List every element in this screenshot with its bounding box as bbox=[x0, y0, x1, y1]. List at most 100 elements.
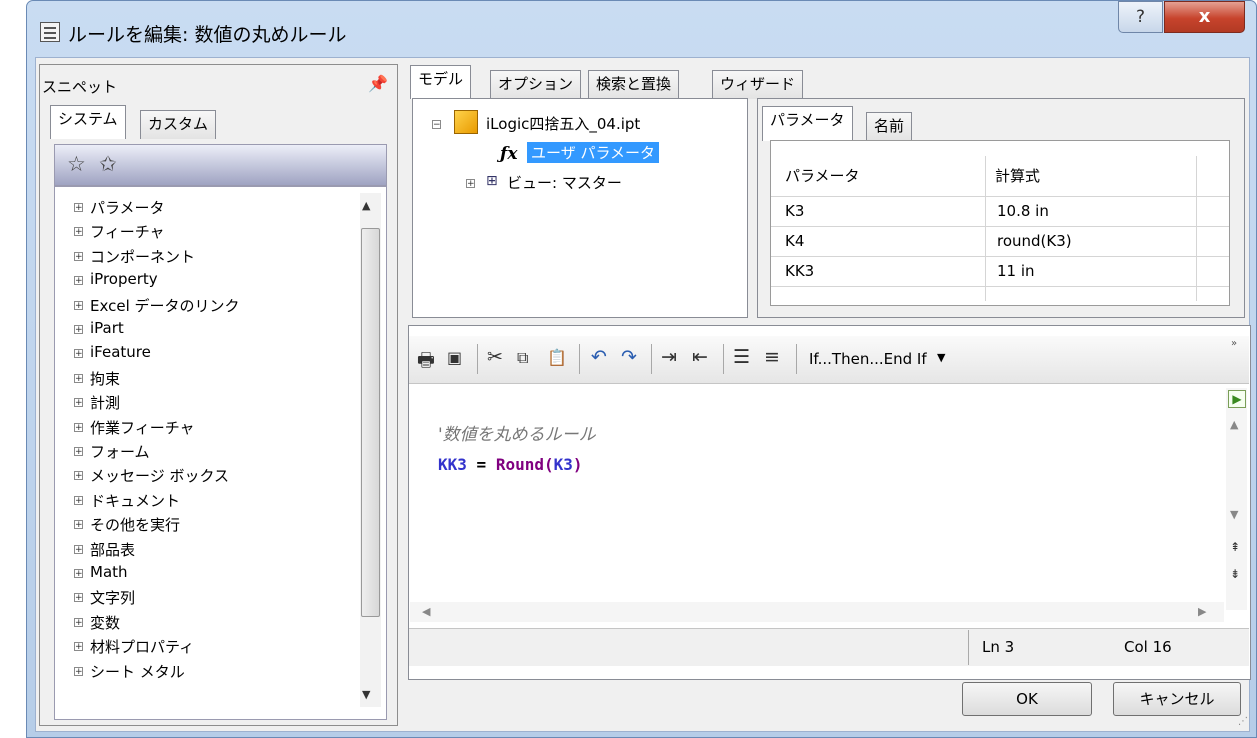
paste-icon[interactable]: 📋 bbox=[547, 348, 567, 367]
snippet-category[interactable]: パラメータ bbox=[90, 197, 165, 218]
undo-icon[interactable]: ↶ bbox=[591, 346, 607, 368]
param-name[interactable]: KK3 bbox=[785, 262, 814, 280]
chevron-down-icon[interactable]: ▼ bbox=[937, 351, 945, 364]
snippet-category[interactable]: Math bbox=[90, 563, 128, 581]
expand-icon[interactable]: + bbox=[74, 667, 83, 677]
expand-icon[interactable]: + bbox=[74, 325, 83, 335]
model-file-name[interactable]: iLogic四捨五入_04.ipt bbox=[486, 113, 640, 134]
comment-icon[interactable]: ☰ bbox=[733, 346, 750, 368]
expand-icon[interactable]: + bbox=[74, 593, 83, 603]
tab-wizard[interactable]: ウィザード bbox=[712, 70, 804, 99]
outdent-icon[interactable]: ⇤ bbox=[692, 346, 708, 368]
snippet-category[interactable]: その他を実行 bbox=[90, 514, 180, 535]
param-name[interactable]: K4 bbox=[785, 232, 804, 250]
expand-icon[interactable]: + bbox=[74, 642, 83, 652]
edit-favorite-icon[interactable]: ✩ bbox=[99, 152, 117, 176]
expand-icon[interactable]: + bbox=[74, 496, 83, 506]
expand-icon[interactable]: + bbox=[74, 423, 83, 433]
tab-find-replace[interactable]: 検索と置換 bbox=[588, 70, 680, 99]
snippet-category[interactable]: iProperty bbox=[90, 270, 158, 288]
expand-icon[interactable]: + bbox=[74, 545, 83, 555]
snippet-category[interactable]: 計測 bbox=[90, 392, 120, 413]
run-icon[interactable]: ▶ bbox=[1228, 390, 1246, 408]
expand-icon[interactable]: + bbox=[74, 569, 83, 579]
param-expression[interactable]: 11 in bbox=[997, 262, 1035, 280]
scroll-top-icon[interactable]: ⇞ bbox=[1230, 540, 1240, 554]
indent-icon[interactable]: ⇥ bbox=[661, 346, 677, 368]
uncomment-icon[interactable]: ≡ bbox=[764, 346, 780, 368]
scroll-up-icon[interactable]: ▲ bbox=[362, 199, 370, 212]
scroll-left-icon[interactable]: ◀ bbox=[422, 605, 430, 618]
snippet-category[interactable]: 部品表 bbox=[90, 539, 135, 560]
ok-button[interactable]: OK bbox=[962, 682, 1092, 716]
code-comment[interactable]: '数値を丸めるルール bbox=[438, 420, 596, 445]
expand-icon[interactable]: + bbox=[74, 398, 83, 408]
page-setup-icon[interactable]: ▣ bbox=[447, 348, 462, 367]
snippet-category[interactable]: 作業フィーチャ bbox=[90, 417, 195, 438]
add-favorite-icon[interactable]: ☆ bbox=[67, 152, 86, 176]
snippet-category[interactable]: フォーム bbox=[90, 441, 150, 462]
part-file-icon bbox=[454, 110, 478, 134]
status-divider bbox=[968, 630, 969, 665]
snippet-category[interactable]: フィーチャ bbox=[90, 221, 165, 242]
param-expression[interactable]: round(K3) bbox=[997, 232, 1072, 250]
view-master-node[interactable]: ビュー: マスター bbox=[507, 172, 622, 193]
expand-icon[interactable]: + bbox=[74, 276, 83, 286]
code-line[interactable]: KK3 = Round(K3) bbox=[438, 455, 583, 474]
param-expression[interactable]: 10.8 in bbox=[997, 202, 1049, 220]
expand-icon[interactable]: + bbox=[74, 471, 83, 481]
template-dropdown[interactable]: If...Then...End If bbox=[809, 350, 927, 368]
snippet-scroll-thumb[interactable] bbox=[361, 228, 380, 617]
copy-icon[interactable]: ⧉ bbox=[517, 348, 528, 368]
snippets-title: スニペット bbox=[42, 78, 118, 96]
snippet-category[interactable]: コンポーネント bbox=[90, 246, 195, 267]
expand-icon[interactable]: + bbox=[74, 520, 83, 530]
scroll-bottom-icon[interactable]: ⇟ bbox=[1230, 567, 1240, 581]
editor-hscrollbar[interactable] bbox=[410, 602, 1224, 622]
expand-icon[interactable]: + bbox=[74, 618, 83, 628]
expand-icon[interactable]: + bbox=[74, 203, 83, 213]
param-name[interactable]: K3 bbox=[785, 202, 804, 220]
expand-icon[interactable]: + bbox=[74, 447, 83, 457]
expand-icon[interactable]: + bbox=[74, 374, 83, 384]
snippet-category[interactable]: ドキュメント bbox=[90, 490, 180, 511]
tab-custom[interactable]: カスタム bbox=[140, 110, 217, 139]
print-icon[interactable]: 🖶 bbox=[417, 346, 435, 378]
scroll-right-icon[interactable]: ▶ bbox=[1198, 605, 1206, 618]
expand-icon[interactable]: + bbox=[74, 301, 83, 311]
editor-statusbar bbox=[409, 628, 1249, 666]
expand-icon[interactable]: + bbox=[74, 227, 83, 237]
snippet-category[interactable]: メッセージ ボックス bbox=[90, 465, 229, 486]
user-parameters-node[interactable]: ユーザ パラメータ bbox=[527, 142, 660, 163]
close-button[interactable]: x bbox=[1164, 1, 1245, 33]
tab-model[interactable]: モデル bbox=[410, 65, 472, 99]
fx-icon: ƒx bbox=[500, 144, 518, 164]
cancel-button[interactable]: キャンセル bbox=[1113, 682, 1241, 716]
tab-options[interactable]: オプション bbox=[490, 70, 582, 99]
help-button[interactable]: ? bbox=[1118, 1, 1163, 33]
snippet-category[interactable]: シート メタル bbox=[90, 661, 185, 682]
redo-icon[interactable]: ↷ bbox=[621, 346, 637, 368]
scroll-down-icon[interactable]: ▼ bbox=[362, 688, 370, 701]
tab-names[interactable]: 名前 bbox=[866, 112, 913, 141]
collapse-icon[interactable]: − bbox=[432, 120, 441, 130]
pin-icon[interactable]: 📌 bbox=[368, 74, 388, 93]
overflow-icon[interactable]: » bbox=[1231, 338, 1237, 349]
expand-icon[interactable]: + bbox=[74, 252, 83, 262]
expand-icon[interactable]: + bbox=[74, 349, 83, 359]
snippet-category[interactable]: iFeature bbox=[90, 343, 151, 361]
resize-grip-icon[interactable]: ⋰ bbox=[1238, 716, 1248, 727]
cut-icon[interactable]: ✂ bbox=[487, 346, 503, 368]
snippet-category[interactable]: 材料プロパティ bbox=[90, 636, 194, 657]
tab-parameters[interactable]: パラメータ bbox=[762, 106, 853, 141]
tab-system[interactable]: システム bbox=[50, 105, 126, 139]
snippet-category[interactable]: 拘束 bbox=[90, 368, 120, 389]
snippet-category[interactable]: 変数 bbox=[90, 612, 120, 633]
snippet-category[interactable]: 文字列 bbox=[90, 587, 135, 608]
scroll-up-icon[interactable]: ▲ bbox=[1230, 418, 1238, 431]
code-function: Round bbox=[495, 455, 544, 474]
snippet-category[interactable]: Excel データのリンク bbox=[90, 295, 240, 316]
expand-icon[interactable]: + bbox=[466, 179, 475, 189]
scroll-down-icon[interactable]: ▼ bbox=[1230, 508, 1238, 521]
snippet-category[interactable]: iPart bbox=[90, 319, 124, 337]
